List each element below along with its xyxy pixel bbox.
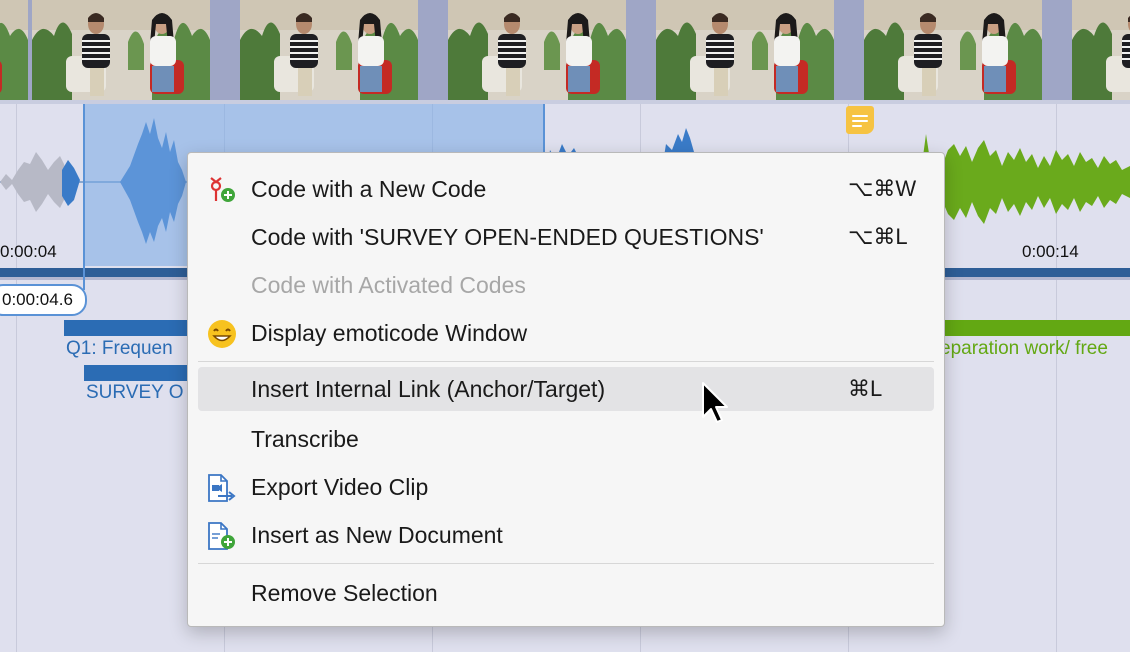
menu-item-label: Code with 'SURVEY OPEN-ENDED QUESTIONS' [251,224,764,250]
video-frame-thumbnail [240,0,418,100]
playhead-time-indicator[interactable]: 0:00:04.6 [0,284,87,316]
menu-item-shortcut: ⌥⌘W [848,176,917,201]
code-segment-label[interactable]: eparation work/ free [940,338,1108,360]
video-frame-thumbnail [1072,0,1130,100]
menu-item-label: Transcribe [251,426,359,452]
menu-item-shortcut: ⌥⌘L [848,224,908,249]
code-segment-label[interactable]: SURVEY O [86,382,184,404]
menu-item-code-with-survey-code[interactable]: Code with 'SURVEY OPEN-ENDED QUESTIONS' … [198,215,934,259]
video-frame-thumbnail [0,0,28,100]
menu-item-label: Insert as New Document [251,522,503,548]
menu-item-display-emoticode-window[interactable]: Display emoticode Window [198,311,934,355]
new-code-icon [206,175,238,205]
menu-item-label: Code with a New Code [251,176,487,202]
menu-separator [198,563,934,564]
menu-item-shortcut: ⌘L [848,376,883,401]
menu-item-insert-as-new-document[interactable]: Insert as New Document [198,513,934,557]
menu-item-label: Export Video Clip [251,474,429,500]
menu-item-insert-internal-link[interactable]: Insert Internal Link (Anchor/Target) ⌘L [198,367,934,411]
video-frame-thumbnail [656,0,834,100]
menu-item-label: Insert Internal Link (Anchor/Target) [251,376,606,402]
video-frame-thumbnail [864,0,1042,100]
menu-item-export-video-clip[interactable]: Export Video Clip [198,465,934,509]
playhead-line[interactable] [83,104,85,290]
menu-item-remove-selection[interactable]: Remove Selection [198,571,934,615]
code-segment-bar[interactable] [64,320,194,336]
video-filmstrip [0,0,1130,100]
menu-item-code-with-new-code[interactable]: Code with a New Code ⌥⌘W [198,167,934,211]
mouse-pointer-icon [702,382,728,423]
emoticode-smiley-icon [206,319,238,349]
context-menu: Code with a New Code ⌥⌘W Code with 'SURV… [187,152,945,627]
video-frame-thumbnail [32,0,210,100]
menu-item-label: Remove Selection [251,580,438,606]
menu-separator [198,361,934,362]
menu-item-label: Display emoticode Window [251,320,528,346]
menu-item-code-with-activated-codes: Code with Activated Codes [198,263,934,307]
menu-item-transcribe[interactable]: Transcribe [198,417,934,461]
video-frame-thumbnail [448,0,626,100]
memo-note-icon[interactable] [846,106,874,134]
code-segment-bar[interactable] [940,320,1130,336]
time-tick-label: 0:00:04 [0,242,57,261]
new-document-icon [206,521,238,551]
export-video-clip-icon [206,473,238,503]
code-segment-label[interactable]: Q1: Frequen [66,338,173,360]
code-segment-bar[interactable] [84,365,194,381]
menu-item-label: Code with Activated Codes [251,272,526,298]
time-tick-label: 0:00:14 [1022,242,1079,261]
